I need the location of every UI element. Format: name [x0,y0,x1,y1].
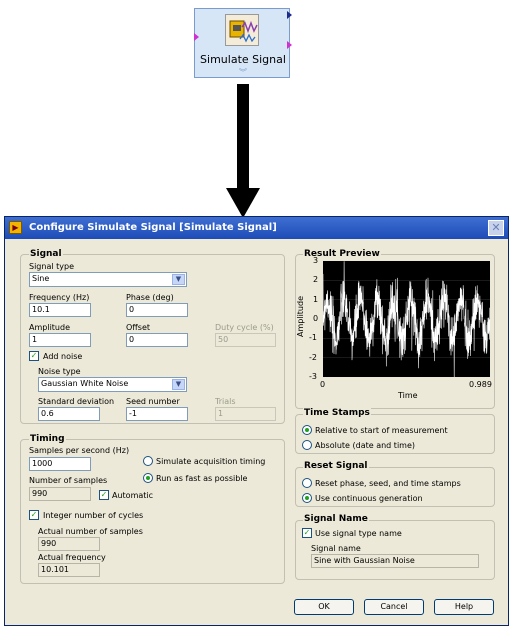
express-vi-label: Simulate Signal [200,53,286,66]
signal-type-value: Sine [32,274,50,283]
chevron-down-icon[interactable]: ▼ [172,379,185,390]
ok-button[interactable]: OK [294,599,354,615]
y-axis-label: Amplitude [296,296,305,337]
trials-input: 1 [215,407,276,421]
x-axis-label: Time [398,391,418,400]
y-tick-label: 3 [313,256,319,265]
add-noise-checkbox[interactable]: ✓ [29,351,39,361]
num-samples-label: Number of samples [29,476,108,485]
actual-samples-indicator: 990 [38,537,100,551]
x-tick-end: 0.989 [469,380,492,389]
input-terminal-icon [194,33,199,41]
phase-label: Phase (deg) [126,293,174,302]
signal-name-title: Signal Name [303,514,369,524]
y-tick-label: 2 [313,275,319,285]
dialog-title: Configure Simulate Signal [Simulate Sign… [29,222,277,233]
absolute-radio[interactable] [302,440,312,450]
trials-label: Trials [215,397,236,406]
relative-radio[interactable] [302,425,312,435]
simulate-acquisition-label: Simulate acquisition timing [156,457,266,466]
arrow-head-icon [226,188,260,218]
integer-cycles-checkbox[interactable]: ✓ [29,510,39,520]
actual-frequency-indicator: 10.101 [38,563,100,577]
seed-label: Seed number [126,397,180,406]
dialog-title-bar[interactable]: Configure Simulate Signal [Simulate Sign… [5,217,508,239]
signal-group-title: Signal [29,249,63,259]
amplitude-input[interactable]: 1 [29,333,91,347]
noise-type-label: Noise type [38,367,81,376]
run-fast-label: Run as fast as possible [156,474,248,483]
run-fast-radio[interactable] [143,473,153,483]
x-tick-start: 0 [320,380,326,389]
cancel-button[interactable]: Cancel [364,599,424,615]
signal-name-label: Signal name [311,544,361,553]
duty-cycle-input: 50 [215,333,276,347]
actual-frequency-label: Actual frequency [38,553,106,562]
noise-type-value: Gaussian White Noise [41,379,129,388]
offset-label: Offset [126,323,151,332]
integer-cycles-label: Integer number of cycles [43,511,144,520]
phase-input[interactable]: 0 [126,303,188,317]
reset-phase-radio[interactable] [302,478,312,488]
signal-name-input: Sine with Gaussian Noise [311,554,479,568]
frequency-input[interactable]: 10.1 [29,303,91,317]
timing-group-title: Timing [29,434,66,444]
y-tick-label: -3 [309,372,317,381]
y-tick-label: -2 [309,352,317,362]
seed-input[interactable]: -1 [126,407,188,421]
help-button[interactable]: Help [434,599,494,615]
time-stamps-title: Time Stamps [303,408,371,418]
preview-graph [322,261,491,378]
automatic-checkbox[interactable]: ✓ [99,490,109,500]
frequency-label: Frequency (Hz) [29,293,90,302]
reset-signal-title: Reset Signal [303,461,369,471]
add-noise-label: Add noise [43,352,83,361]
signal-type-select[interactable]: Sine ▼ [29,272,187,287]
configure-dialog: Configure Simulate Signal [Simulate Sign… [4,216,509,626]
simulate-acquisition-radio[interactable] [143,456,153,466]
y-tick-label: 1 [313,294,319,304]
absolute-label: Absolute (date and time) [315,441,415,450]
output-terminal-icon [287,11,292,19]
relative-label: Relative to start of measurement [315,426,448,435]
noise-type-select[interactable]: Gaussian White Noise ▼ [38,377,187,392]
y-tick-label: -1 [309,333,317,343]
std-dev-label: Standard deviation [38,397,115,406]
sps-input[interactable]: 1000 [29,457,91,471]
amplitude-label: Amplitude [29,323,70,332]
simulate-signal-icon [225,14,259,46]
simulate-signal-express-vi[interactable]: Simulate Signal ︾ [194,8,292,78]
signal-type-label: Signal type [29,262,74,271]
preview-plot-area [322,261,491,378]
sps-label: Samples per second (Hz) [29,446,130,455]
num-samples-input: 990 [29,487,91,501]
close-icon[interactable]: ✕ [488,220,504,236]
arrow-shaft [237,84,249,190]
continuous-radio[interactable] [302,493,312,503]
use-type-name-checkbox[interactable]: ✓ [302,528,312,538]
continuous-label: Use continuous generation [315,494,423,503]
automatic-label: Automatic [112,491,154,500]
chevron-down-icon[interactable]: ▼ [172,274,185,285]
y-tick-label: 0 [313,314,319,323]
duty-cycle-label: Duty cycle (%) [215,323,274,332]
output-terminal-icon [287,41,292,49]
expand-chevron-icon[interactable]: ︾ [195,67,291,78]
actual-samples-label: Actual number of samples [38,527,143,536]
use-type-name-label: Use signal type name [315,529,402,538]
labview-icon: ▶ [9,221,22,234]
offset-input[interactable]: 0 [126,333,188,347]
reset-phase-label: Reset phase, seed, and time stamps [315,479,461,488]
std-dev-input[interactable]: 0.6 [38,407,100,421]
